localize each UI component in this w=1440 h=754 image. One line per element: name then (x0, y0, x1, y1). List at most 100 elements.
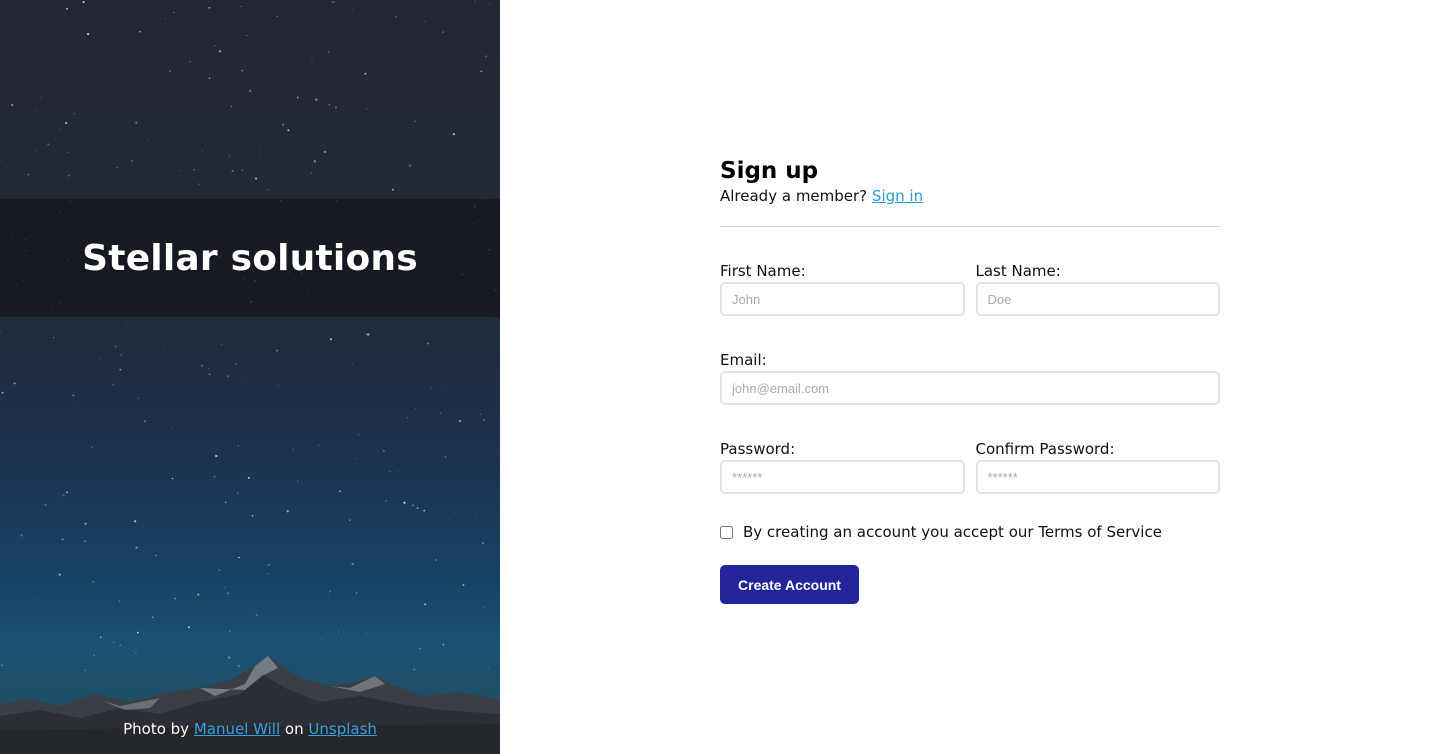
photo-credit: Photo by Manuel Will on Unsplash (0, 720, 500, 738)
star (174, 597, 176, 600)
star (229, 630, 231, 633)
star (337, 631, 339, 633)
signup-form: First Name: Last Name: Email: Password: … (720, 261, 1220, 604)
star (329, 338, 333, 341)
signin-link[interactable]: Sign in (872, 187, 923, 205)
star (171, 477, 174, 480)
divider (720, 226, 1220, 227)
star (151, 616, 154, 619)
star (365, 108, 367, 110)
credit-source-link[interactable]: Unsplash (308, 720, 377, 738)
star (135, 121, 138, 124)
signin-prompt-text: Already a member? (720, 187, 872, 205)
terms-checkbox[interactable] (720, 525, 733, 539)
star (309, 96, 311, 98)
star (193, 169, 195, 171)
star (120, 354, 123, 356)
first-name-group: First Name: (720, 261, 965, 316)
star (201, 151, 204, 153)
star (38, 598, 39, 600)
star (292, 448, 294, 451)
star (44, 504, 47, 506)
star (483, 606, 485, 609)
star (406, 416, 408, 419)
star (84, 540, 86, 543)
email-input[interactable] (720, 371, 1220, 405)
last-name-group: Last Name: (975, 261, 1220, 316)
star (282, 123, 285, 126)
star (351, 562, 354, 566)
star (392, 188, 394, 191)
star (6, 166, 8, 168)
star (427, 342, 430, 345)
star (364, 72, 367, 75)
star (137, 397, 139, 399)
star (238, 556, 240, 559)
star (267, 573, 269, 575)
star (198, 183, 200, 186)
star (385, 499, 387, 502)
signup-panel: Sign up Already a member? Sign in First … (720, 158, 1220, 604)
star (365, 334, 367, 336)
first-name-input[interactable] (720, 282, 965, 316)
star (321, 638, 323, 639)
star (131, 160, 133, 162)
email-group: Email: (720, 350, 1220, 405)
star (84, 522, 87, 525)
confirm-password-input[interactable] (975, 460, 1220, 494)
star (479, 349, 481, 351)
star (116, 166, 118, 169)
password-input[interactable] (720, 460, 965, 494)
star (173, 11, 175, 13)
credit-author-link[interactable]: Manuel Will (194, 720, 280, 738)
password-label: Password: (720, 440, 796, 458)
star (144, 420, 146, 422)
star (215, 454, 218, 458)
credit-prefix: Photo by (123, 720, 194, 738)
star (315, 98, 318, 101)
star (435, 559, 437, 561)
star (99, 358, 101, 360)
star (135, 546, 138, 549)
star (286, 510, 289, 513)
star (486, 120, 488, 122)
star (357, 434, 360, 436)
star (214, 625, 216, 627)
star (27, 173, 30, 176)
star (331, 1, 334, 3)
star (424, 20, 426, 22)
star (296, 96, 299, 99)
last-name-input[interactable] (975, 282, 1220, 316)
star (123, 328, 125, 329)
star (134, 520, 137, 523)
star (454, 511, 456, 513)
star (20, 534, 23, 537)
star (354, 457, 356, 459)
star (483, 419, 485, 421)
star (83, 25, 85, 26)
star (267, 563, 270, 566)
star (296, 480, 299, 483)
star (62, 494, 65, 497)
star (189, 60, 191, 63)
star (444, 456, 447, 458)
star (72, 394, 75, 397)
star (0, 330, 1, 333)
star (66, 491, 68, 494)
starfield-background (0, 0, 497, 680)
star (440, 412, 441, 414)
star (349, 519, 351, 521)
star (146, 83, 147, 85)
star (172, 428, 173, 430)
star (208, 77, 211, 80)
email-label: Email: (720, 351, 767, 369)
star (489, 3, 490, 4)
email-row: Email: (720, 350, 1220, 405)
star (40, 97, 42, 99)
star (99, 636, 102, 639)
star (208, 373, 211, 376)
star (201, 365, 203, 367)
star (73, 113, 75, 115)
star (459, 420, 462, 423)
create-account-button[interactable]: Create Account (720, 565, 859, 604)
